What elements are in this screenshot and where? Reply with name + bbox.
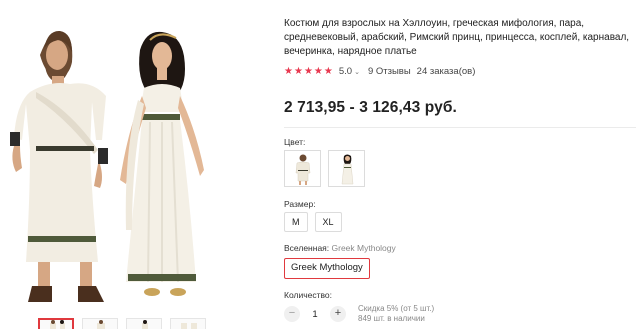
- star-icon: ★: [303, 65, 313, 77]
- universe-current-value: Greek Mythology: [331, 243, 396, 253]
- size-option-xl[interactable]: XL: [314, 212, 342, 232]
- size-options: M XL: [284, 212, 342, 232]
- reviews-link[interactable]: 9 Отзывы: [368, 66, 411, 77]
- star-icon: ★: [293, 65, 303, 77]
- product-gallery: [0, 0, 260, 329]
- quantity-decrease-button[interactable]: −: [284, 306, 300, 322]
- orders-count: 24 заказа(ов): [416, 66, 476, 77]
- thumbnail-3[interactable]: [126, 318, 162, 329]
- quantity-stepper: − 1 + Скидка 5% (от 5 шт.) 849 шт. в нал…: [284, 304, 434, 324]
- rating-stars: ★ ★ ★ ★ ★: [284, 65, 333, 77]
- quantity-increase-button[interactable]: +: [330, 306, 346, 322]
- size-option-m[interactable]: M: [284, 212, 308, 232]
- product-price: 2 713,95 - 3 126,43 руб.: [284, 99, 457, 116]
- main-product-photo[interactable]: [0, 0, 260, 316]
- man-figure: [10, 30, 108, 302]
- rating-row: ★ ★ ★ ★ ★ 5.0 ⌄ 9 Отзывы 24 заказа(ов): [284, 66, 475, 77]
- stock-info: Скидка 5% (от 5 шт.) 849 шт. в наличии: [358, 304, 434, 324]
- universe-label: Вселенная: Greek Mythology: [284, 243, 396, 253]
- quantity-label: Количество:: [284, 290, 333, 300]
- thumbnail-strip: [38, 318, 206, 329]
- quantity-value[interactable]: 1: [300, 309, 330, 320]
- star-icon: ★: [284, 65, 293, 77]
- stock-text: 849 шт. в наличии: [358, 314, 425, 323]
- divider: [284, 127, 636, 128]
- discount-text: Скидка 5% (от 5 шт.): [358, 304, 435, 313]
- universe-label-text: Вселенная:: [284, 243, 330, 253]
- chevron-down-icon[interactable]: ⌄: [354, 68, 360, 76]
- star-icon: ★: [313, 65, 323, 77]
- color-swatch-man[interactable]: [284, 150, 321, 187]
- universe-option-greek-mythology[interactable]: Greek Mythology: [284, 258, 370, 279]
- thumbnail-1[interactable]: [38, 318, 74, 329]
- color-label: Цвет:: [284, 137, 306, 147]
- thumbnail-4[interactable]: [170, 318, 206, 329]
- rating-score[interactable]: 5.0: [339, 66, 352, 77]
- product-title: Костюм для взрослых на Хэллоуин, греческ…: [284, 18, 630, 57]
- woman-figure: [120, 31, 204, 296]
- thumbnail-2[interactable]: [82, 318, 118, 329]
- color-swatches: [284, 150, 365, 187]
- size-label: Размер:: [284, 199, 316, 209]
- color-swatch-woman[interactable]: [328, 150, 365, 187]
- star-icon: ★: [323, 65, 333, 77]
